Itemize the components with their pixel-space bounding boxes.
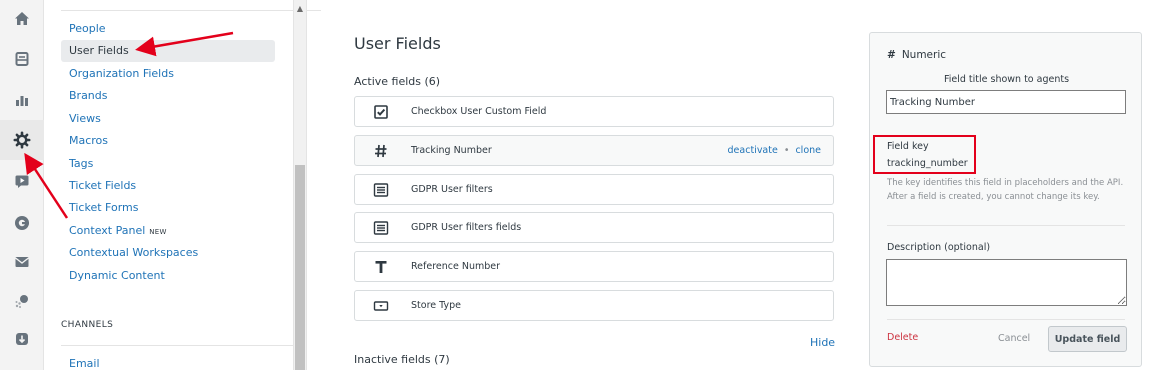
scroll-up-arrow-icon[interactable]: ▲ [294,0,306,16]
delete-link[interactable]: Delete [887,332,918,343]
rail-reporting[interactable] [0,81,44,119]
field-row-checkbox-user-custom-field[interactable]: Checkbox User Custom Field [354,96,834,127]
description-label: Description (optional) [887,242,991,253]
rail-guide[interactable] [0,204,44,242]
nav-item-organization-fields[interactable]: Organization Fields [61,63,275,85]
rail-explore[interactable] [0,282,44,320]
nav-divider [61,10,321,11]
field-type-label: Numeric [901,49,947,61]
field-row-store-type[interactable]: Store Type [354,290,834,321]
field-key-value: tracking_number [887,158,968,169]
explore-icon [15,295,28,308]
field-edit-panel: # Numeric Field title shown to agents Fie… [869,32,1142,367]
clone-link[interactable]: clone [795,145,821,156]
update-field-button[interactable]: Update field [1048,326,1127,352]
nav-section-channels: CHANNELS [61,320,114,330]
separator-dot: • [783,145,790,156]
deactivate-link[interactable]: deactivate [728,145,778,156]
field-title-input[interactable] [886,90,1126,114]
page-title: User Fields [354,34,441,53]
field-name: GDPR User filters fields [411,222,522,233]
description-textarea[interactable] [886,259,1127,306]
text-t-icon [373,259,389,275]
hash-icon [373,143,389,159]
new-badge: NEW [149,228,167,236]
hide-inactive-link[interactable]: Hide [810,336,835,349]
mail-icon [15,257,29,267]
checkbox-icon [373,104,389,120]
play-icon [15,175,29,188]
nav-item-ticket-forms[interactable]: Ticket Forms [61,197,275,219]
home-icon [15,12,29,25]
nav-divider [61,345,293,346]
inactive-fields-heading: Inactive fields (7) [354,353,450,366]
panel-divider [887,225,1125,226]
text-lines-icon [373,182,389,198]
admin-nav: People User Fields Organization Fields B… [45,0,321,370]
active-fields-heading: Active fields (6) [354,75,441,88]
nav-item-macros[interactable]: Macros [61,130,275,152]
rail-sell[interactable] [0,320,44,358]
nav-item-people[interactable]: People [61,18,275,40]
field-row-reference-number[interactable]: Reference Number [354,251,834,282]
nav-item-brands[interactable]: Brands [61,85,275,107]
nav-item-label: Context Panel [69,224,146,237]
nav-scrollbar[interactable]: ▲ [293,0,307,370]
nav-item-tags[interactable]: Tags [61,153,275,175]
rail-connect[interactable] [0,243,44,281]
nav-item-contextual-workspaces[interactable]: Contextual Workspaces [61,242,275,264]
field-row-tracking-number[interactable]: Tracking Number deactivate • clone [354,135,834,166]
field-key-help-text: The key identifies this field in placeho… [887,178,1124,202]
field-title-label: Field title shown to agents [943,74,1070,85]
field-name: GDPR User filters [411,184,493,195]
field-row-gdpr-user-filters-fields[interactable]: GDPR User filters fields [354,212,834,243]
scroll-thumb[interactable] [295,165,305,370]
field-name: Reference Number [411,261,501,272]
nav-item-dynamic-content[interactable]: Dynamic Content [61,265,275,287]
admin-center: People User Fields Organization Fields B… [0,0,1168,370]
nav-item-ticket-fields[interactable]: Ticket Fields [61,175,275,197]
nav-item-email[interactable]: Email [61,353,275,370]
shield-icon [16,333,28,345]
nav-item-views[interactable]: Views [61,108,275,130]
panel-divider [887,319,1125,320]
field-name: Store Type [411,300,461,311]
rail-chat[interactable] [0,162,44,200]
field-key-label: Field key [887,141,929,152]
field-type: # Numeric [887,49,946,61]
gear-icon [13,131,31,149]
field-row-gdpr-user-filters[interactable]: GDPR User filters [354,174,834,205]
field-name: Tracking Number [411,145,492,156]
hash-icon: # [887,49,896,61]
text-lines-icon [373,220,389,236]
nav-item-user-fields[interactable]: User Fields [61,40,275,62]
cancel-button[interactable]: Cancel [998,333,1030,344]
product-rail [0,0,44,370]
nav-item-context-panel[interactable]: Context Panel NEW [61,220,275,242]
guide-icon [15,216,29,230]
row-actions: deactivate • clone [728,145,821,156]
dropdown-icon [373,298,389,314]
field-name: Checkbox User Custom Field [411,106,547,117]
rail-admin[interactable] [0,120,44,160]
rail-views[interactable] [0,40,44,78]
inbox-icon [15,52,29,66]
rail-home[interactable] [0,0,44,38]
reporting-icon [16,96,28,106]
